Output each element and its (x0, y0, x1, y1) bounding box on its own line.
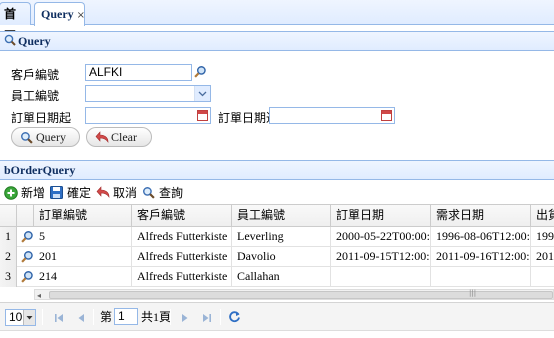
cell-customer[interactable]: Alfreds Futterkiste (132, 227, 232, 247)
cancel-button[interactable]: 取消 (96, 185, 137, 201)
query-panel-header: Query (0, 31, 554, 51)
column-header[interactable]: 訂單編號 (34, 205, 132, 227)
cell-ship[interactable] (531, 267, 554, 287)
row-number: 2 (0, 247, 17, 267)
last-page-icon[interactable] (202, 312, 212, 327)
next-page-icon[interactable] (180, 312, 190, 327)
pager-separator (93, 309, 94, 325)
column-header[interactable]: 需求日期 (431, 205, 531, 227)
pager-separator (220, 309, 221, 325)
table-row[interactable]: 3 214 Alfreds Futterkiste Callahan (0, 267, 554, 287)
page-size-select[interactable]: 10 (5, 309, 36, 326)
search-icon (21, 132, 33, 144)
pager-separator (42, 309, 43, 325)
row-lookup-icon[interactable] (21, 230, 34, 247)
column-header[interactable]: 訂單日期 (331, 205, 431, 227)
row-number: 3 (0, 267, 17, 287)
add-button[interactable]: 新增 (4, 185, 45, 201)
clear-button-label: Clear (111, 130, 137, 144)
add-icon (4, 186, 18, 200)
scrollbar-thumb[interactable] (49, 291, 553, 299)
cell-order-date[interactable]: 2011-09-15T12:00:00 (331, 247, 431, 267)
table-row[interactable]: 1 5 Alfreds Futterkiste Leverling 2000-0… (0, 227, 554, 247)
grid-panel-title: bOrderQuery (4, 163, 76, 177)
search-icon (143, 187, 155, 199)
customer-label: 客戶編號 (11, 68, 60, 82)
customer-field[interactable]: ALFKI (85, 64, 192, 81)
add-button-label: 新增 (21, 186, 46, 200)
row-lookup-icon[interactable] (21, 250, 34, 267)
column-header[interactable]: 客戶編號 (132, 205, 232, 227)
date-from-label: 訂單日期起 (11, 111, 72, 125)
row-number: 1 (0, 227, 17, 247)
tab-home[interactable]: 首頁 (0, 2, 31, 43)
tab-query-label: Query (41, 7, 74, 21)
undo-icon (95, 131, 109, 143)
cell-order-id[interactable]: 201 (34, 247, 132, 267)
employee-label: 員工編號 (11, 89, 60, 103)
search-button-label: 查詢 (159, 186, 184, 200)
close-icon[interactable]: × (77, 10, 85, 21)
tab-strip: 首頁 Query× (0, 0, 554, 43)
cell-required-date[interactable] (431, 267, 531, 287)
cell-ship[interactable]: 2011 (531, 247, 554, 267)
cell-ship[interactable]: 1996 (531, 227, 554, 247)
page-number-input[interactable]: 1 (114, 308, 138, 325)
cell-required-date[interactable]: 1996-08-06T12:00:00 (431, 227, 531, 247)
horizontal-scrollbar[interactable]: ◂ ||| (34, 289, 554, 300)
cell-order-date[interactable] (331, 267, 431, 287)
chevron-down-icon[interactable] (194, 86, 210, 101)
cell-order-date[interactable]: 2000-05-22T00:00:00 (331, 227, 431, 247)
cell-order-id[interactable]: 214 (34, 267, 132, 287)
page-size-value: 10 (9, 310, 23, 324)
undo-icon (96, 186, 110, 198)
grid-panel-header: bOrderQuery (0, 160, 554, 180)
confirm-button[interactable]: 確定 (50, 185, 91, 201)
employee-combobox[interactable] (85, 85, 211, 102)
customer-lookup-icon[interactable] (194, 65, 208, 79)
tab-query[interactable]: Query × (34, 2, 85, 26)
cell-employee[interactable]: Leverling (232, 227, 331, 247)
cell-employee[interactable]: Davolio (232, 247, 331, 267)
cell-customer[interactable]: Alfreds Futterkiste (132, 267, 232, 287)
prev-page-icon[interactable] (76, 312, 86, 327)
date-to-field[interactable] (269, 107, 395, 124)
date-from-field[interactable] (85, 107, 211, 124)
first-page-icon[interactable] (54, 312, 64, 327)
pager-separator (170, 309, 171, 325)
confirm-button-label: 確定 (67, 186, 92, 200)
page-total: 共1頁 (141, 310, 172, 324)
calendar-icon[interactable] (381, 110, 392, 121)
cell-employee[interactable]: Callahan (232, 267, 331, 287)
table-row[interactable]: 2 201 Alfreds Futterkiste Davolio 2011-0… (0, 247, 554, 267)
grid-header: 訂單編號 客戶編號 員工編號 訂單日期 需求日期 出貨 (0, 205, 554, 227)
cell-required-date[interactable]: 2011-09-16T12:00:00 (431, 247, 531, 267)
scroll-left-icon[interactable]: ◂ (37, 291, 41, 300)
calendar-icon[interactable] (197, 110, 208, 121)
cell-customer[interactable]: Alfreds Futterkiste (132, 247, 232, 267)
row-lookup-icon[interactable] (21, 270, 34, 287)
lookup-header (17, 205, 34, 227)
save-icon (50, 186, 63, 199)
query-button[interactable]: Query (11, 127, 80, 147)
query-panel-title: Query (18, 34, 51, 48)
column-header[interactable]: 員工編號 (232, 205, 331, 227)
page-bottom (0, 330, 554, 338)
order-grid: 訂單編號 客戶編號 員工編號 訂單日期 需求日期 出貨 1 5 Alfreds … (0, 204, 554, 300)
cancel-button-label: 取消 (113, 186, 138, 200)
grid-toolbar: 新增 確定 取消 查詢 (0, 182, 554, 204)
refresh-icon[interactable] (228, 310, 241, 327)
chevron-down-icon[interactable] (23, 310, 35, 325)
cell-order-id[interactable]: 5 (34, 227, 132, 247)
page-prefix: 第 (100, 310, 113, 324)
grid-pager: 10 第 1 共1頁 (0, 302, 554, 330)
clear-button[interactable]: Clear (86, 127, 152, 147)
scrollbar-grip-icon: ||| (469, 289, 477, 297)
row-number-header (0, 205, 17, 227)
column-header[interactable]: 出貨 (531, 205, 554, 227)
search-button[interactable]: 查詢 (142, 185, 183, 201)
query-button-label: Query (36, 130, 66, 144)
search-icon (4, 33, 16, 51)
